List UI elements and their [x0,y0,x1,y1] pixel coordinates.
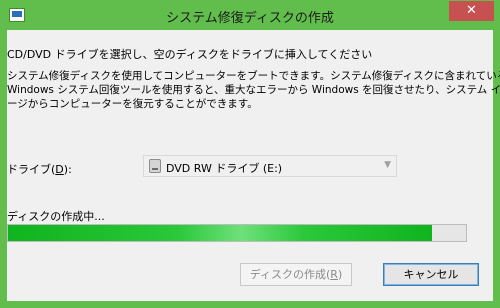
create-disc-label-suffix: ) [337,268,343,281]
create-disc-button[interactable]: ディスクの作成(R) [240,263,352,286]
drive-label-prefix: ドライブ( [7,163,56,176]
optical-drive-icon [149,159,161,173]
status-text: ディスクの作成中... [7,210,105,223]
dialog-window: システム修復ディスクの作成 ✕ CD/DVD ドライブを選択し、空のディスクをド… [0,0,500,308]
window-title: システム修復ディスクの作成 [166,11,334,26]
drive-label-suffix: ): [63,163,72,176]
title-bar[interactable]: システム修復ディスクの作成 ✕ [0,0,500,30]
description-text: システム修復ディスクを使用してコンピューターをブートできます。システム修復ディス… [7,69,500,111]
description-line-2: Windows システム回復ツールを使用すると、重大なエラーから Windows… [7,84,500,96]
description-line-3: ージからコンピューターを復元することができます。 [7,98,258,110]
drive-label: ドライブ(D): [7,161,72,177]
close-button[interactable]: ✕ [449,1,494,21]
cancel-button[interactable]: キャンセル [383,263,479,286]
drive-selected-value: DVD RW ドライブ (E:) [166,162,283,175]
chevron-down-icon[interactable]: ▼ [384,160,391,170]
instruction-text: CD/DVD ドライブを選択し、空のディスクをドライブに挿入してください [7,48,373,61]
drive-label-accesskey: D [55,163,64,176]
create-disc-accesskey: R [330,268,338,281]
drive-select[interactable]: DVD RW ドライブ (E:) ▼ [143,155,397,177]
description-line-1: システム修復ディスクを使用してコンピューターをブートできます。システム修復ディス… [7,70,500,82]
progress-fill [8,225,432,241]
create-disc-label: ディスクの作成( [249,268,331,281]
progress-bar [7,224,467,242]
dialog-body: CD/DVD ドライブを選択し、空のディスクをドライブに挿入してください システ… [7,30,500,301]
